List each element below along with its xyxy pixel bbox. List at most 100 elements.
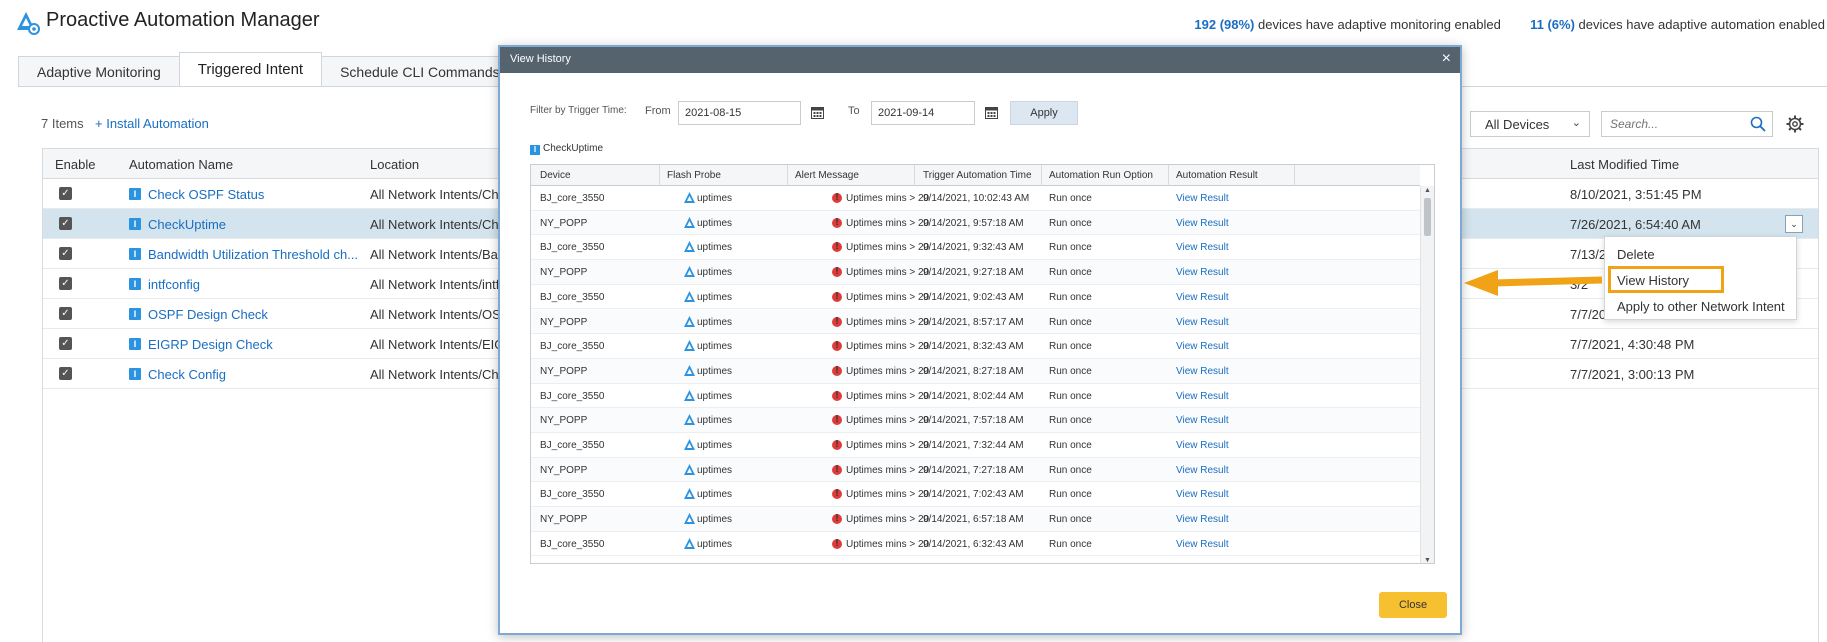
enable-checkbox[interactable]: ✓ [59, 337, 72, 350]
apply-button[interactable]: Apply [1010, 101, 1078, 125]
device-cell: NY_POPP [540, 267, 588, 279]
automation-name-link[interactable]: CheckUptime [148, 217, 400, 232]
alert-icon: ! [832, 440, 842, 450]
device-filter-select[interactable]: All Devices ⌄ [1470, 111, 1590, 137]
run-option-cell: Run once [1049, 217, 1092, 229]
monitoring-count[interactable]: 192 (98%) [1194, 17, 1254, 32]
history-row[interactable]: NY_POPP uptimes! Uptimes mins > 20 9/14/202… [531, 260, 1420, 285]
enable-checkbox[interactable]: ✓ [59, 307, 72, 320]
run-option-cell: Run once [1049, 341, 1092, 353]
probe-cell: uptimes [697, 390, 733, 402]
dialog-title-bar: View History × [500, 47, 1460, 73]
automation-name-link[interactable]: intfconfig [148, 277, 400, 292]
history-row[interactable]: NY_POPP uptimes! Uptimes mins > 20 9/14/202… [531, 309, 1420, 335]
history-row[interactable]: BJ_core_3550 uptimes! Uptimes mins > 20 9/1… [531, 285, 1420, 310]
to-date-field[interactable]: 2021-09-14 [871, 101, 975, 125]
column-location[interactable]: Location [370, 157, 419, 172]
history-row[interactable]: NY_POPP uptimes! Uptimes mins > 20 9/14/202… [531, 457, 1420, 483]
close-button[interactable]: Close [1379, 592, 1447, 618]
view-result-link[interactable]: View Result [1176, 391, 1229, 402]
view-result-link[interactable]: View Result [1176, 465, 1229, 476]
row-actions-dropdown[interactable]: ⌄ [1785, 215, 1803, 233]
tab-schedule-cli-commands[interactable]: Schedule CLI Commands [321, 56, 519, 86]
history-row[interactable]: NY_POPP uptimes! Uptimes mins > 20 9/14/202… [531, 408, 1420, 433]
view-result-link[interactable]: View Result [1176, 292, 1229, 303]
enable-checkbox[interactable]: ✓ [59, 247, 72, 260]
automation-name-link[interactable]: Bandwidth Utilization Threshold ch... [148, 247, 400, 262]
enable-checkbox[interactable]: ✓ [59, 277, 72, 290]
intent-tag: I CheckUptime [530, 143, 603, 155]
run-option-cell: Run once [1049, 538, 1092, 550]
tab-triggered-intent[interactable]: Triggered Intent [178, 52, 323, 86]
column-last-modified[interactable]: Last Modified Time [1570, 157, 1679, 172]
alert-icon: ! [832, 390, 842, 401]
column-automation-name[interactable]: Automation Name [129, 157, 233, 172]
alert-cell: Uptimes mins > 20 [846, 365, 930, 377]
scroll-thumb[interactable] [1424, 198, 1431, 236]
enable-checkbox[interactable]: ✓ [59, 187, 72, 200]
history-row[interactable]: BJ_core_3550 uptimes! Uptimes mins > 20 9/1… [531, 482, 1420, 508]
alert-cell: Uptimes mins > 20 [846, 242, 930, 254]
view-result-link[interactable]: View Result [1176, 218, 1229, 229]
view-result-link[interactable]: View Result [1176, 489, 1229, 500]
close-icon[interactable]: × [1442, 50, 1451, 68]
modified-cell: 8/10/2021, 3:51:45 PM [1570, 187, 1702, 202]
scroll-down-icon[interactable]: ▼ [1424, 557, 1431, 563]
alert-cell: Uptimes mins > 20 [846, 291, 930, 303]
history-row[interactable]: NY_POPP uptimes! Uptimes mins > 20 9/14/202… [531, 358, 1420, 384]
search-box[interactable] [1601, 111, 1773, 137]
view-result-link[interactable]: View Result [1176, 242, 1229, 253]
menu-item-apply-other-intent[interactable]: Apply to other Network Intent [1617, 299, 1785, 314]
automation-name-link[interactable]: EIGRP Design Check [148, 337, 400, 352]
enable-checkbox[interactable]: ✓ [59, 217, 72, 230]
tab-adaptive-monitoring[interactable]: Adaptive Monitoring [18, 56, 180, 86]
device-cell: NY_POPP [540, 464, 588, 476]
modified-cell: 7/7/2021, 4:30:48 PM [1570, 337, 1695, 352]
calendar-icon[interactable] [985, 106, 998, 119]
view-result-link[interactable]: View Result [1176, 514, 1229, 525]
view-result-link[interactable]: View Result [1176, 267, 1229, 278]
automation-name-link[interactable]: Check OSPF Status [148, 187, 400, 202]
column-enable[interactable]: Enable [55, 157, 95, 172]
automation-name-link[interactable]: Check Config [148, 367, 400, 382]
view-result-link[interactable]: View Result [1176, 366, 1229, 377]
view-result-link[interactable]: View Result [1176, 341, 1229, 352]
trigger-time-cell: 9/14/2021, 9:02:43 AM [923, 291, 1024, 303]
search-icon[interactable] [1750, 116, 1766, 132]
search-input[interactable] [1610, 113, 1750, 135]
history-row[interactable]: BJ_core_3550 uptimes! Uptimes mins > 20 9/1… [531, 532, 1420, 557]
device-cell: BJ_core_3550 [540, 242, 605, 254]
history-row[interactable]: BJ_core_3550 uptimes! Uptimes mins > 20 9/1… [531, 235, 1420, 261]
enable-checkbox[interactable]: ✓ [59, 367, 72, 380]
automation-name-link[interactable]: OSPF Design Check [148, 307, 400, 322]
history-row[interactable]: BJ_core_3550 uptimes! Uptimes mins > 20 9/1… [531, 334, 1420, 359]
history-row[interactable]: BJ_core_3550 uptimes! Uptimes mins > 20 9/1… [531, 186, 1420, 211]
probe-cell: uptimes [697, 440, 733, 451]
view-result-link[interactable]: View Result [1176, 539, 1229, 550]
view-result-link[interactable]: View Result [1176, 317, 1229, 328]
flash-probe-icon [684, 389, 695, 401]
intent-icon: I [530, 145, 540, 155]
menu-item-delete[interactable]: Delete [1617, 247, 1655, 262]
history-row[interactable]: BJ_core_3550 uptimes! Uptimes mins > 20 9/1… [531, 384, 1420, 409]
automation-count[interactable]: 11 (6%) [1530, 17, 1575, 32]
location-cell: All Network Intents/Che [370, 187, 506, 202]
view-result-link[interactable]: View Result [1176, 193, 1229, 204]
history-row[interactable]: BJ_core_3550 uptimes! Uptimes mins > 20 9/1… [531, 433, 1420, 458]
history-row[interactable]: NY_POPP uptimes! Uptimes mins > 20 9/14/202… [531, 507, 1420, 532]
alert-cell: Uptimes mins > 20 [846, 489, 930, 501]
filter-label: Filter by Trigger Time: [530, 105, 627, 116]
gear-icon[interactable] [1786, 115, 1804, 133]
view-result-link[interactable]: View Result [1176, 415, 1229, 426]
location-cell: All Network Intents/Che [370, 367, 506, 382]
history-row[interactable]: NY_POPP uptimes! Uptimes mins > 20 9/14/202… [531, 210, 1420, 236]
from-date-field[interactable]: 2021-08-15 [678, 101, 801, 125]
alert-cell: Uptimes mins > 20 [846, 390, 930, 402]
install-automation-link[interactable]: + Install Automation [95, 116, 209, 131]
view-result-link[interactable]: View Result [1176, 440, 1229, 451]
history-scrollbar[interactable]: ▲ ▼ [1420, 186, 1434, 563]
run-option-cell: Run once [1049, 415, 1092, 427]
menu-item-view-history[interactable]: View History [1617, 273, 1689, 288]
scroll-up-icon[interactable]: ▲ [1424, 187, 1431, 194]
calendar-icon[interactable] [811, 106, 824, 119]
